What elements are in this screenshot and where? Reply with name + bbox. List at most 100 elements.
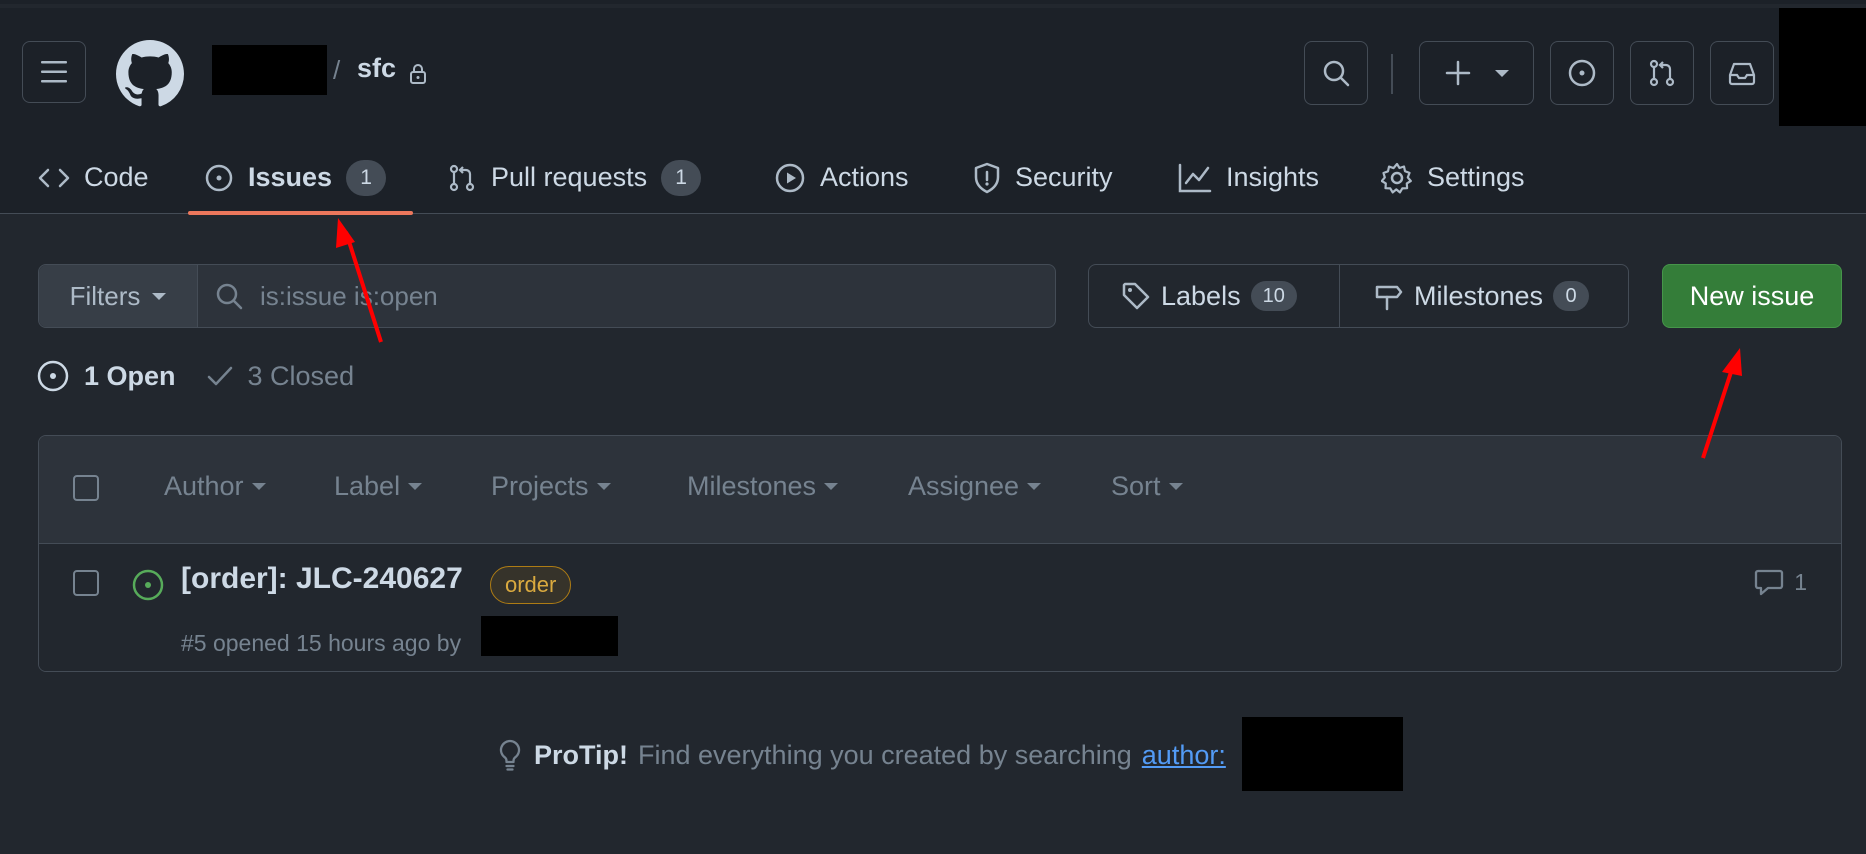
redacted-author[interactable] [481, 616, 618, 656]
tab-actions[interactable]: Actions [774, 141, 909, 214]
redacted-owner-name [212, 45, 327, 95]
git-pull-request-icon [1649, 59, 1675, 87]
chevron-down-icon [1027, 483, 1042, 490]
gear-icon [1381, 162, 1412, 193]
plus-icon [1445, 60, 1470, 86]
github-logo-icon[interactable] [116, 40, 184, 108]
chevron-down-icon [824, 483, 839, 490]
tab-issues[interactable]: Issues 1 [204, 141, 387, 214]
global-search-button[interactable] [1304, 41, 1368, 105]
tab-insights[interactable]: Insights [1178, 141, 1319, 214]
milestone-icon [1375, 285, 1403, 311]
issue-opened-icon [205, 164, 233, 191]
milestones-button[interactable]: Milestones 0 [1339, 265, 1609, 327]
labels-button[interactable]: Labels 10 [1089, 265, 1339, 327]
redacted-username [1242, 717, 1403, 791]
tab-issues-count: 1 [346, 159, 387, 196]
play-icon [775, 163, 805, 192]
protip-text: Find everything you created by searching [638, 739, 1132, 770]
protip-heading: ProTip! [534, 739, 628, 770]
issue-opened-icon [132, 569, 164, 601]
closed-issues-link[interactable]: 3 Closed [206, 360, 355, 392]
hamburger-menu-button[interactable] [22, 41, 86, 103]
assignee-filter-label: Assignee [908, 471, 1020, 501]
check-icon [207, 366, 232, 386]
labels-milestones-group: Labels 10 Milestones 0 [1088, 264, 1629, 328]
search-icon [216, 283, 243, 310]
new-issue-button[interactable]: New issue [1662, 264, 1842, 328]
issue-search-input[interactable] [260, 280, 860, 312]
tab-settings[interactable]: Settings [1381, 141, 1525, 214]
issue-filter-bar: Filters [38, 264, 1056, 328]
milestones-filter[interactable]: Milestones [687, 471, 839, 502]
graph-icon [1178, 163, 1212, 192]
issue-select-checkbox[interactable] [73, 570, 99, 596]
issue-title-link[interactable]: [order]: JLC-240627 [181, 562, 463, 596]
redacted-avatar[interactable] [1779, 8, 1866, 126]
author-filter-label: Author [164, 471, 244, 501]
tab-security[interactable]: Security [973, 141, 1113, 214]
inbox-icon [1728, 62, 1756, 86]
notifications-inbox-button[interactable] [1710, 41, 1774, 105]
protip-author-link[interactable]: author: [1142, 740, 1226, 771]
chevron-down-icon [1168, 483, 1183, 490]
labels-label: Labels [1161, 280, 1241, 311]
protip: ProTip! Find everything you created by s… [496, 738, 1226, 772]
your-pull-requests-button[interactable] [1630, 41, 1694, 105]
milestones-filter-label: Milestones [687, 471, 817, 501]
tab-code-label: Code [84, 162, 149, 192]
assignee-filter[interactable]: Assignee [908, 471, 1042, 502]
comment-icon [1755, 569, 1784, 596]
issues-table: Author Label Projects Milestones Assigne… [38, 435, 1842, 672]
sort-label: Sort [1111, 471, 1161, 501]
projects-filter-label: Projects [491, 471, 589, 501]
search-icon [1323, 60, 1350, 87]
issue-state-toggle: 1 Open 3 Closed [36, 359, 354, 393]
filters-dropdown-button[interactable]: Filters [39, 265, 198, 327]
comment-count: 1 [1794, 568, 1807, 595]
author-filter[interactable]: Author [164, 471, 266, 502]
table-header: Author Label Projects Milestones Assigne… [39, 436, 1841, 544]
tag-icon [1122, 282, 1150, 310]
active-tab-underline [188, 211, 413, 215]
tab-pull-requests-label: Pull requests [491, 162, 648, 192]
header-divider [1391, 54, 1393, 94]
breadcrumb-separator: / [333, 55, 341, 85]
open-count-label: 1 Open [84, 360, 176, 391]
tab-pull-requests[interactable]: Pull requests 1 [447, 141, 702, 214]
chevron-down-icon [251, 483, 266, 490]
issue-opened-icon [37, 360, 69, 392]
light-bulb-icon [499, 739, 521, 771]
tab-settings-label: Settings [1427, 162, 1525, 192]
closed-count-label: 3 Closed [247, 360, 355, 391]
milestones-count: 0 [1553, 281, 1590, 311]
milestones-label: Milestones [1414, 280, 1544, 311]
table-row: [order]: JLC-240627 order #5 opened 15 h… [39, 544, 1841, 671]
repo-nav: Code Issues 1 Pull requests 1 Actions Se… [0, 141, 1866, 214]
issue-meta: #5 opened 15 hours ago by [181, 630, 462, 656]
sort-dropdown[interactable]: Sort [1111, 471, 1183, 502]
open-issues-link[interactable]: 1 Open [36, 359, 176, 393]
labels-count: 10 [1250, 281, 1297, 311]
app-header: / sfc Code Issues 1 Pull requests 1 Acti… [0, 8, 1866, 215]
issue-opened-icon [1568, 59, 1596, 87]
issue-search-field [198, 265, 1055, 327]
select-all-checkbox[interactable] [73, 475, 99, 501]
your-issues-button[interactable] [1550, 41, 1614, 105]
chevron-down-icon [596, 483, 611, 490]
menu-icon [41, 61, 67, 83]
label-filter-label: Label [334, 471, 401, 501]
chevron-down-icon [152, 292, 167, 300]
issue-label-badge[interactable]: order [490, 566, 572, 604]
issue-comments-link[interactable]: 1 [1754, 568, 1807, 596]
label-filter[interactable]: Label [334, 471, 423, 502]
tab-pull-requests-count: 1 [661, 159, 702, 196]
repo-name-link[interactable]: sfc [357, 53, 396, 84]
tab-issues-label: Issues [248, 162, 333, 192]
projects-filter[interactable]: Projects [491, 471, 611, 502]
lock-icon [410, 64, 426, 84]
git-pull-request-icon [449, 164, 475, 191]
create-new-button[interactable] [1419, 41, 1534, 105]
tab-code[interactable]: Code [38, 141, 149, 214]
code-icon [38, 168, 70, 187]
